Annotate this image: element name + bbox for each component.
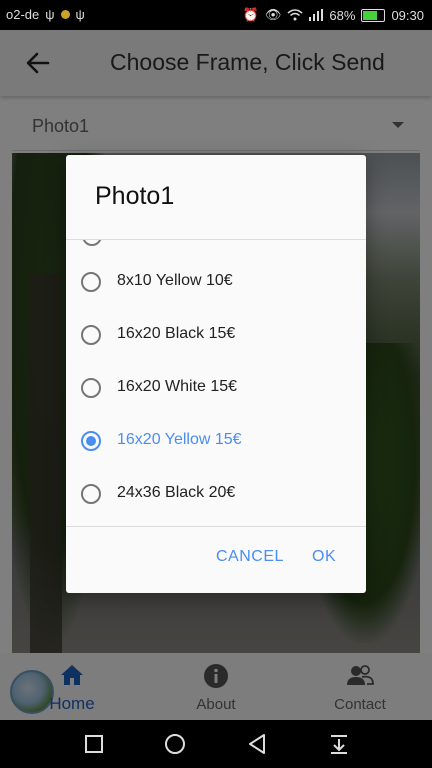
radio-button-checked[interactable]: [81, 431, 101, 451]
dialog-title: Photo1: [95, 182, 175, 210]
battery-icon: [361, 8, 386, 22]
usb-icon: ψ: [45, 7, 55, 22]
option-16x20-white[interactable]: 16x20 White 15€: [66, 363, 366, 415]
option-label: 16x20 White 15€: [117, 378, 238, 395]
status-bar: o2-de ψ ψ ⏰ 👁 68% 09:30: [0, 0, 432, 30]
option-label: 16x20 Black 15€: [117, 325, 236, 342]
circle-icon[interactable]: [163, 732, 187, 756]
square-icon[interactable]: [82, 732, 106, 756]
option-8x10-yellow[interactable]: 8x10 Yellow 10€: [66, 257, 366, 309]
option-label: 16x20 Yellow 15€: [117, 431, 242, 448]
download-icon[interactable]: [327, 732, 351, 756]
option-16x20-yellow[interactable]: 16x20 Yellow 15€: [66, 416, 366, 468]
eye-icon: 👁: [264, 7, 282, 22]
option-list[interactable]: 8x10 Yellow 10€ 16x20 Black 15€ 16x20 Wh…: [66, 240, 366, 526]
alarm-icon: ⏰: [242, 7, 259, 22]
radio-button[interactable]: [81, 378, 101, 398]
triangle-back-icon[interactable]: [245, 732, 269, 756]
usb-icon: ψ: [75, 7, 85, 22]
status-left: o2-de ψ ψ: [6, 7, 85, 22]
wifi-icon: [287, 9, 303, 21]
radio-button[interactable]: [81, 272, 101, 292]
carrier-text: o2-de: [6, 7, 40, 22]
divider: [66, 526, 366, 527]
frame-dialog: Photo1 8x10 Yellow 10€ 16x20 Black 15€ 1…: [66, 155, 366, 593]
signal-icon: [309, 9, 324, 21]
status-right: ⏰ 👁 68% 09:30: [243, 7, 424, 23]
option-label: 24x36 Black 20€: [117, 484, 236, 501]
system-nav-bar: [0, 720, 432, 768]
option-24x36-black[interactable]: 24x36 Black 20€: [66, 469, 366, 521]
option-label: 8x10 Yellow 10€: [117, 272, 233, 289]
cancel-button[interactable]: CANCEL: [216, 548, 284, 566]
notification-dot-icon: [60, 10, 70, 19]
option-16x20-black[interactable]: 16x20 Black 15€: [66, 310, 366, 362]
radio-partial: [82, 240, 102, 246]
radio-button[interactable]: [81, 484, 101, 504]
radio-button[interactable]: [81, 325, 101, 345]
clock: 09:30: [391, 7, 424, 23]
battery-percent: 68%: [329, 7, 356, 23]
ok-button[interactable]: OK: [312, 548, 336, 566]
